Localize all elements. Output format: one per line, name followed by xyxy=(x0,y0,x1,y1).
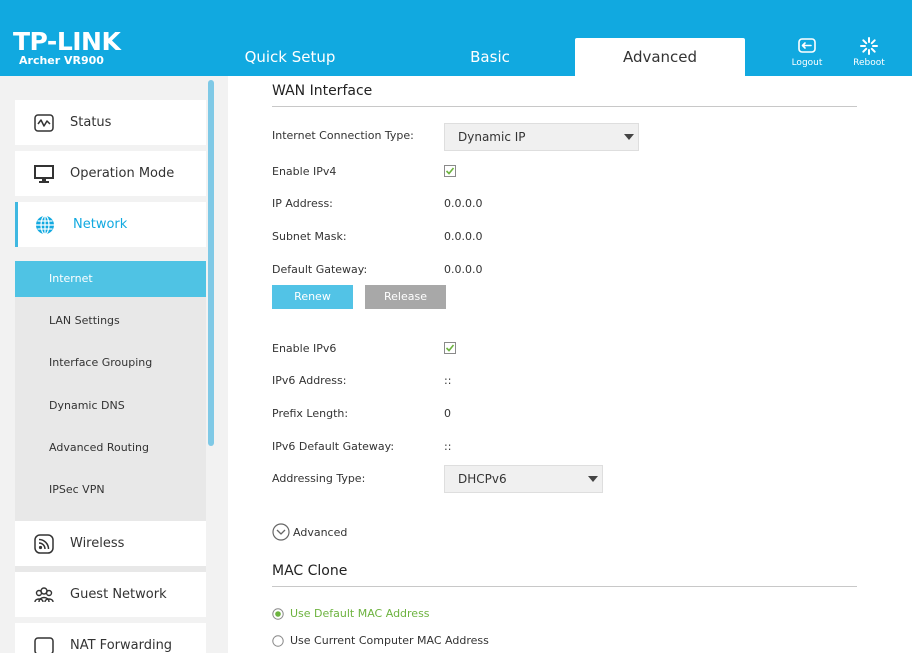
default-gateway-label: Default Gateway: xyxy=(272,263,368,276)
section-divider xyxy=(272,106,857,107)
radio-unselected-icon xyxy=(272,635,284,647)
submenu-item-ipsec-vpn[interactable]: IPSec VPN xyxy=(15,472,206,508)
tab-basic[interactable]: Basic xyxy=(405,38,575,76)
logout-icon xyxy=(798,38,816,53)
header-bar: TP-LINK Archer VR900 Quick Setup Basic A… xyxy=(0,0,912,76)
ip-address-value: 0.0.0.0 xyxy=(444,197,483,210)
reboot-button[interactable]: Reboot xyxy=(844,36,894,68)
sidebar-item-operation-mode[interactable]: Operation Mode xyxy=(15,151,206,196)
addressing-type-select[interactable]: DHCPv6 xyxy=(444,465,603,493)
ip-address-label: IP Address: xyxy=(272,197,333,210)
enable-ipv4-label: Enable IPv4 xyxy=(272,165,337,178)
globe-icon xyxy=(36,215,54,235)
section-divider xyxy=(272,586,857,587)
sidebar: Status Operation Mode Network Internet L… xyxy=(0,76,228,653)
submenu-item-internet[interactable]: Internet xyxy=(15,261,206,297)
connection-type-value: Dynamic IP xyxy=(458,130,526,144)
logout-button[interactable]: Logout xyxy=(782,36,832,68)
ipv6-gateway-value: :: xyxy=(444,440,452,453)
connection-type-label: Internet Connection Type: xyxy=(272,129,414,142)
sidebar-item-label: Wireless xyxy=(70,536,125,551)
sidebar-item-label: Status xyxy=(70,115,112,130)
sidebar-item-label: Guest Network xyxy=(70,587,167,602)
sidebar-item-nat-forwarding[interactable]: NAT Forwarding xyxy=(15,623,206,653)
sidebar-item-label: Operation Mode xyxy=(70,166,175,181)
model-name: Archer VR900 xyxy=(19,54,104,67)
status-icon xyxy=(34,114,54,132)
sidebar-scrollbar[interactable] xyxy=(208,80,214,446)
tab-quick-setup[interactable]: Quick Setup xyxy=(205,38,375,76)
chevron-down-icon xyxy=(624,134,634,140)
radio-label: Use Current Computer MAC Address xyxy=(290,634,489,647)
prefix-length-value: 0 xyxy=(444,407,451,420)
subnet-mask-value: 0.0.0.0 xyxy=(444,230,483,243)
ipv6-gateway-label: IPv6 Default Gateway: xyxy=(272,440,395,453)
main-content: WAN Interface Internet Connection Type: … xyxy=(228,76,912,653)
monitor-icon xyxy=(34,165,54,183)
submenu-item-dynamic-dns[interactable]: Dynamic DNS xyxy=(15,388,206,424)
enable-ipv6-label: Enable IPv6 xyxy=(272,342,337,355)
mac-clone-title: MAC Clone xyxy=(272,563,348,579)
guest-network-icon xyxy=(34,587,54,603)
submenu-item-interface-grouping[interactable]: Interface Grouping xyxy=(15,345,206,381)
sidebar-item-wireless[interactable]: Wireless xyxy=(15,521,206,566)
release-button[interactable]: Release xyxy=(365,285,446,309)
advanced-toggle-label: Advanced xyxy=(293,526,348,539)
subnet-mask-label: Subnet Mask: xyxy=(272,230,347,243)
prefix-length-label: Prefix Length: xyxy=(272,407,349,420)
logout-label: Logout xyxy=(791,58,823,68)
sidebar-item-network[interactable]: Network xyxy=(15,202,206,247)
sidebar-item-status[interactable]: Status xyxy=(15,100,206,145)
ipv6-address-value: :: xyxy=(444,374,452,387)
enable-ipv6-checkbox[interactable] xyxy=(444,342,456,354)
sidebar-item-guest-network[interactable]: Guest Network xyxy=(15,572,206,617)
submenu-item-advanced-routing[interactable]: Advanced Routing xyxy=(15,430,206,466)
radio-selected-icon xyxy=(272,608,284,620)
sidebar-item-label: NAT Forwarding xyxy=(70,638,173,653)
addressing-type-value: DHCPv6 xyxy=(458,472,507,486)
tab-advanced[interactable]: Advanced xyxy=(575,38,745,76)
renew-button[interactable]: Renew xyxy=(272,285,353,309)
sidebar-item-label: Network xyxy=(73,217,128,232)
nat-forwarding-icon xyxy=(34,637,54,653)
addressing-type-label: Addressing Type: xyxy=(272,472,366,485)
ipv6-address-label: IPv6 Address: xyxy=(272,374,347,387)
enable-ipv4-checkbox[interactable] xyxy=(444,165,456,177)
wireless-icon xyxy=(34,534,54,554)
radio-label: Use Default MAC Address xyxy=(290,607,430,620)
default-gateway-value: 0.0.0.0 xyxy=(444,263,483,276)
submenu-item-lan-settings[interactable]: LAN Settings xyxy=(15,303,206,339)
brand-logo: TP-LINK xyxy=(13,27,121,56)
wan-interface-title: WAN Interface xyxy=(272,83,373,99)
connection-type-select[interactable]: Dynamic IP xyxy=(444,123,639,151)
reboot-label: Reboot xyxy=(853,58,885,68)
chevron-down-icon xyxy=(588,476,598,482)
chevron-down-circle-icon xyxy=(272,523,290,541)
reboot-icon xyxy=(860,37,878,55)
